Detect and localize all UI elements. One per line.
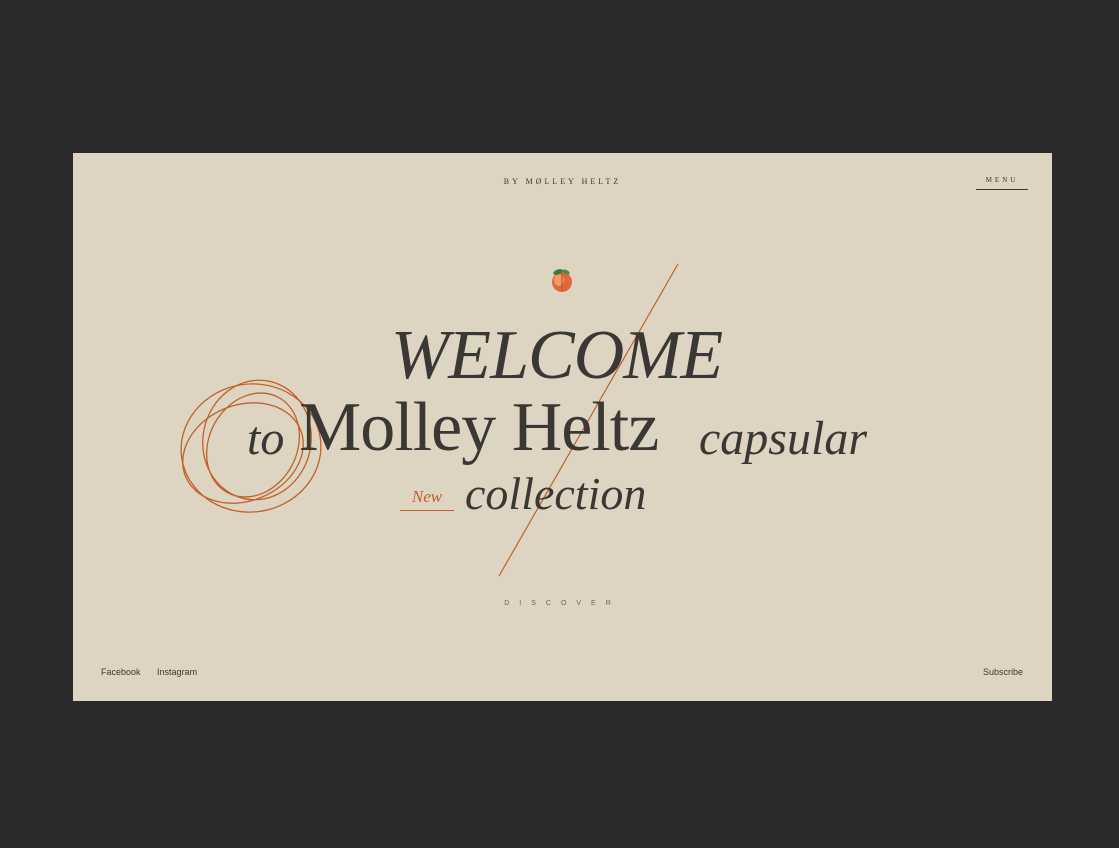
new-tag: New bbox=[400, 487, 454, 511]
social-links: Facebook Instagram bbox=[101, 667, 211, 677]
headline-collection: collection bbox=[465, 468, 647, 519]
headline-capsular: capsular bbox=[699, 412, 867, 465]
headline-brand-name: Molley Heltz bbox=[299, 389, 659, 466]
headline-welcome: WELCOME bbox=[391, 317, 723, 394]
subscribe-link[interactable]: Subscribe bbox=[983, 667, 1023, 677]
discover-link[interactable]: DISCOVER bbox=[73, 600, 1052, 607]
peach-icon bbox=[552, 269, 572, 292]
landing-frame: BY MØLLEY HELTZ MENU WELCOME to Molley H… bbox=[73, 153, 1052, 701]
instagram-link[interactable]: Instagram bbox=[157, 667, 197, 677]
headline-to: to bbox=[247, 412, 285, 465]
facebook-link[interactable]: Facebook bbox=[101, 667, 141, 677]
